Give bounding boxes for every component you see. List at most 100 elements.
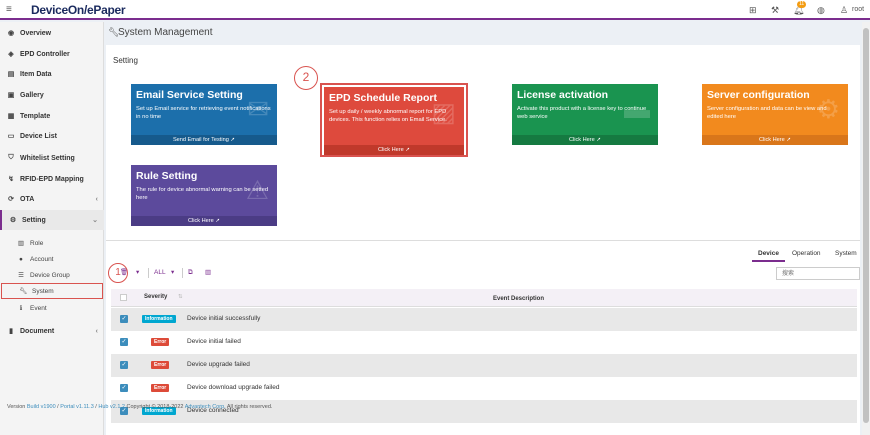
sidebar-item-device-list[interactable]: ▭ Device List xyxy=(0,126,104,146)
tab-device[interactable]: Device xyxy=(752,245,785,262)
sidebar-subitem-role[interactable]: ▥ Role xyxy=(0,235,104,251)
row-checkbox[interactable]: ✓ xyxy=(120,338,128,346)
license-click-here-button[interactable]: Click Here ➚ xyxy=(512,135,658,145)
rule-setting-card[interactable]: ⚠ Rule Setting The rule for device abnor… xyxy=(131,165,277,226)
link-icon: ↯ xyxy=(8,176,14,183)
wrench-tools-icon[interactable]: ⚒ xyxy=(771,4,779,16)
server-configuration-card[interactable]: ⚙ Server configuration Server configurat… xyxy=(702,84,848,145)
export-icon[interactable]: ⧉ xyxy=(188,267,193,279)
rule-click-here-button[interactable]: Click Here ➚ xyxy=(131,216,277,226)
table-row[interactable]: ✓ Information Device initial successfull… xyxy=(111,308,857,331)
event-description: Device initial failed xyxy=(187,338,241,345)
row-checkbox[interactable]: ✓ xyxy=(120,315,128,323)
table-row[interactable]: ✓ Error Device upgrade failed xyxy=(111,354,857,377)
card-title: Server configuration xyxy=(707,89,810,101)
sidebar-item-whitelist-setting[interactable]: ⛉ Whitelist Setting xyxy=(0,148,104,168)
epd-schedule-click-here-button[interactable]: Click Here ➚ xyxy=(324,145,464,155)
wrench-icon: 🔧︎ xyxy=(19,288,28,295)
monitor-icon: ▭ xyxy=(7,133,15,140)
annotation-marker-2: 2 xyxy=(294,66,318,90)
select-all-checkbox[interactable] xyxy=(120,294,127,301)
chevron-left-icon: ‹ xyxy=(95,327,98,335)
user-icon[interactable]: ♙ xyxy=(840,4,848,16)
sidebar-item-gallery[interactable]: ▣ Gallery xyxy=(0,85,104,105)
severity-filter-select[interactable]: ALL xyxy=(154,267,166,279)
arrow-icon: ➚ xyxy=(215,218,221,224)
setting-panel: Setting ✉ Email Service Setting Set up E… xyxy=(106,45,860,263)
search-input[interactable] xyxy=(776,267,860,280)
sort-icon[interactable]: ⇅ xyxy=(178,294,183,300)
severity-badge: Error xyxy=(151,361,170,369)
info-icon: ℹ xyxy=(19,305,23,312)
plus-square-icon[interactable]: ⊞ xyxy=(749,4,757,16)
sidebar-subitem-event[interactable]: ℹ Event xyxy=(0,300,104,316)
sidebar-item-setting[interactable]: ⚙ Setting ⌄ xyxy=(0,210,104,230)
license-activation-card[interactable]: ▬ License activation Activate this produ… xyxy=(512,84,658,145)
chevron-left-icon: ‹ xyxy=(95,195,98,203)
event-description: Device download upgrade failed xyxy=(187,384,280,391)
annotation-marker-1: 1 xyxy=(108,263,128,283)
id-card-icon: ▥ xyxy=(17,240,25,247)
card-description: The rule for device abnormal warning can… xyxy=(136,187,269,201)
tab-operation[interactable]: Operation xyxy=(786,245,827,262)
list-icon: ☰ xyxy=(18,272,24,279)
username[interactable]: root xyxy=(852,6,864,13)
severity-badge: Information xyxy=(142,315,176,323)
hamburger-menu-icon[interactable]: ≡ xyxy=(6,4,12,16)
globe-icon[interactable]: ◍ xyxy=(817,4,825,16)
caret-down-icon[interactable]: ▾ xyxy=(136,267,139,279)
footer: Version Build v1900 / Portal v1.11.3 / H… xyxy=(7,404,273,410)
arrow-icon: ➚ xyxy=(230,137,236,143)
server-click-here-button[interactable]: Click Here ➚ xyxy=(702,135,848,145)
scrollbar-thumb[interactable] xyxy=(863,28,869,423)
row-checkbox[interactable]: ✓ xyxy=(120,361,128,369)
top-navbar: ≡ DeviceOn/ePaper ⊞ ⚒ 🔔︎ 11 ◍ ♙ root xyxy=(0,0,870,20)
arrow-icon: ➚ xyxy=(405,147,411,153)
sidebar: ◉ Overview ◈ EPD Controller ▤ Item Data ▣ Ga… xyxy=(0,22,104,435)
sidebar-item-epd-controller[interactable]: ◈ EPD Controller xyxy=(0,44,104,64)
sidebar-item-overview[interactable]: ◉ Overview xyxy=(0,23,104,43)
notification-count-badge: 11 xyxy=(797,1,807,8)
save-icon[interactable]: ▥ xyxy=(205,267,211,279)
sidebar-item-item-data[interactable]: ▤ Item Data xyxy=(0,64,104,84)
arrow-icon: ➚ xyxy=(596,137,602,143)
card-title: EPD Schedule Report xyxy=(329,92,437,104)
tab-system[interactable]: System xyxy=(829,245,863,262)
sidebar-subitem-account[interactable]: ● Account xyxy=(0,251,104,267)
severity-column-header[interactable]: Severity xyxy=(144,294,167,300)
image-icon: ▣ xyxy=(7,92,15,99)
tag-icon: ◈ xyxy=(8,51,14,58)
send-test-email-button[interactable]: Send Email for Testing ➚ xyxy=(131,135,277,145)
sidebar-item-document[interactable]: ▮ Document ‹ xyxy=(0,321,104,341)
sidebar-item-ota[interactable]: ⟳ OTA ‹ xyxy=(0,189,104,209)
gears-icon: ⚙ xyxy=(9,217,17,224)
email-service-card[interactable]: ✉ Email Service Setting Set up Email ser… xyxy=(131,84,277,145)
main-content: 🔧︎ System Management Setting ✉ Email Ser… xyxy=(104,22,870,435)
table-row[interactable]: ✓ Error Device download upgrade failed xyxy=(111,377,857,400)
sidebar-subitem-system[interactable]: 🔧︎ System xyxy=(1,283,103,299)
refresh-icon: ⟳ xyxy=(8,196,14,203)
card-title: Rule Setting xyxy=(136,170,198,182)
page-title: System Management xyxy=(118,27,213,38)
epd-schedule-report-card[interactable]: ▨ EPD Schedule Report Set up daily / wee… xyxy=(320,83,468,157)
severity-badge: Error xyxy=(151,338,170,346)
table-header: Severity ⇅ Event Description xyxy=(111,289,857,307)
card-body: ▨ EPD Schedule Report Set up daily / wee… xyxy=(324,87,464,155)
portal-version: Portal v1.11.3 xyxy=(60,404,94,410)
sidebar-subitem-device-group[interactable]: ☰ Device Group xyxy=(0,267,104,283)
sidebar-item-rfid-epd-mapping[interactable]: ↯ RFID-EPD Mapping xyxy=(0,169,104,189)
card-title: Email Service Setting xyxy=(136,89,243,101)
card-description: Set up daily / weekly abnormal report fo… xyxy=(329,109,447,123)
app-logo[interactable]: DeviceOn/ePaper xyxy=(31,3,126,17)
row-checkbox[interactable]: ✓ xyxy=(120,384,128,392)
card-description: Server configuration and data can be vie… xyxy=(707,106,827,120)
shield-icon: ⛉ xyxy=(8,154,14,161)
template-icon: ▦ xyxy=(7,113,15,120)
card-description: Activate this product with a license key… xyxy=(517,106,647,120)
description-column-header: Event Description xyxy=(493,296,545,302)
company-link[interactable]: Advantech Corp. xyxy=(185,404,226,410)
user-icon: ● xyxy=(19,255,23,263)
table-row[interactable]: ✓ Error Device initial failed xyxy=(111,331,857,354)
caret-down-icon[interactable]: ▾ xyxy=(171,267,174,279)
sidebar-item-template[interactable]: ▦ Template xyxy=(0,106,104,126)
